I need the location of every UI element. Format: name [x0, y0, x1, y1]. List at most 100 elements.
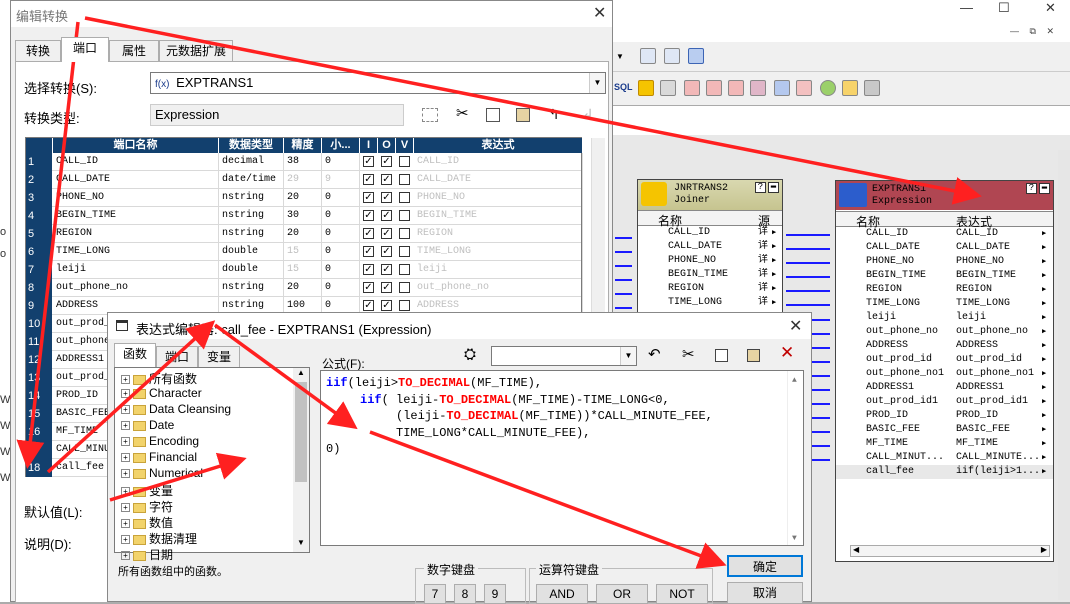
key-9-button[interactable]: 9 — [484, 584, 506, 604]
scale-cell[interactable]: 9 — [322, 171, 360, 189]
output-checkbox[interactable]: ✓ — [381, 228, 392, 239]
ok-button[interactable]: 确定 — [727, 555, 803, 577]
port-name-cell[interactable]: TIME_LONG — [53, 243, 219, 261]
scale-cell[interactable]: 0 — [322, 207, 360, 225]
column-header-datatype[interactable]: 数据类型 — [219, 138, 284, 153]
row-number[interactable]: 11 — [26, 333, 52, 351]
expand-icon[interactable]: + — [121, 405, 130, 415]
undo-icon[interactable]: ↶ — [648, 345, 661, 363]
row-number[interactable]: 1 — [26, 153, 52, 171]
expand-icon[interactable]: + — [121, 487, 130, 497]
input-checkbox[interactable]: ✓ — [363, 228, 374, 239]
port-name-cell[interactable]: out_phone_no — [53, 279, 219, 297]
expand-icon[interactable]: + — [121, 551, 130, 561]
not-button[interactable]: NOT — [656, 584, 708, 604]
and-button[interactable]: AND — [536, 584, 588, 604]
find-icon[interactable]: ⛭ — [464, 346, 476, 363]
copy-icon[interactable] — [715, 349, 728, 362]
output-checkbox[interactable]: ✓ — [381, 192, 392, 203]
row-number[interactable]: 18 — [26, 459, 52, 477]
tab-properties[interactable]: 属性 — [109, 40, 159, 62]
row-number[interactable]: 10 — [26, 315, 52, 333]
precision-cell[interactable]: 20 — [284, 279, 322, 297]
expand-icon[interactable]: + — [121, 469, 130, 479]
input-checkbox[interactable]: ✓ — [363, 192, 374, 203]
column-header-input[interactable]: I — [360, 138, 378, 153]
input-checkbox[interactable]: ✓ — [363, 300, 374, 311]
tree-item[interactable]: + 日期 — [121, 546, 173, 562]
row-number[interactable]: 4 — [26, 207, 52, 225]
close-button[interactable]: ✕ — [593, 3, 606, 23]
tree-item[interactable]: + Data Cleansing — [121, 402, 231, 418]
delete-icon[interactable]: ✕ — [780, 343, 794, 363]
precision-cell[interactable]: 20 — [284, 225, 322, 243]
tree-item[interactable]: + 字符 — [121, 498, 173, 514]
row-number[interactable]: 2 — [26, 171, 52, 189]
cut-icon[interactable]: ✂ — [456, 104, 469, 122]
precision-cell[interactable]: 30 — [284, 207, 322, 225]
key-7-button[interactable]: 7 — [424, 584, 446, 604]
tree-item[interactable]: + Date — [121, 418, 174, 434]
tree-item[interactable]: + 所有函数 — [121, 370, 197, 386]
row-number[interactable]: 9 — [26, 297, 52, 315]
port-name-cell[interactable]: CALL_DATE — [53, 171, 219, 189]
column-header-precision[interactable]: 精度 — [284, 138, 322, 153]
row-number[interactable]: 17 — [26, 441, 52, 459]
select-transformation-combo[interactable]: f(x) EXPTRANS1 ▼ — [150, 72, 606, 94]
or-button[interactable]: OR — [596, 584, 648, 604]
datatype-cell[interactable]: double — [219, 261, 284, 279]
tab-ports[interactable]: 端口 — [61, 37, 109, 62]
scale-cell[interactable]: 0 — [322, 153, 360, 171]
precision-cell[interactable]: 38 — [284, 153, 322, 171]
port-name-cell[interactable]: REGION — [53, 225, 219, 243]
table-row[interactable]: 2 CALL_DATE date/time 29 9 ✓ ✓ CALL_DATE — [26, 171, 583, 189]
table-row[interactable]: 8 out_phone_no nstring 20 0 ✓ ✓ out_phone_no — [26, 279, 583, 297]
new-port-icon[interactable] — [422, 108, 438, 122]
tree-item[interactable]: + Character — [121, 386, 202, 402]
expression-cell[interactable]: out_phone_no — [414, 279, 583, 297]
scale-cell[interactable]: 0 — [322, 261, 360, 279]
tree-item[interactable]: + 数据清理 — [121, 530, 197, 546]
port-name-cell[interactable]: PHONE_NO — [53, 189, 219, 207]
datatype-cell[interactable]: decimal — [219, 153, 284, 171]
expression-cell[interactable]: PHONE_NO — [414, 189, 583, 207]
scroll-down-icon[interactable]: ▼ — [297, 538, 305, 547]
expression-cell[interactable]: TIME_LONG — [414, 243, 583, 261]
tab-functions[interactable]: 函数 — [114, 343, 156, 367]
tab-ports[interactable]: 端口 — [156, 346, 198, 368]
column-header-output[interactable]: O — [378, 138, 396, 153]
input-checkbox[interactable]: ✓ — [363, 282, 374, 293]
row-number[interactable]: 3 — [26, 189, 52, 207]
column-header-expression[interactable]: 表达式 — [414, 138, 583, 153]
expression-cell[interactable]: leiji — [414, 261, 583, 279]
port-name-cell[interactable]: leiji — [53, 261, 219, 279]
copy-icon[interactable] — [486, 108, 500, 122]
scale-cell[interactable]: 0 — [322, 279, 360, 297]
tree-item[interactable]: + Numerical — [121, 466, 203, 482]
tree-item[interactable]: + 数值 — [121, 514, 173, 530]
variable-checkbox[interactable] — [399, 228, 410, 239]
cut-icon[interactable]: ✂ — [682, 345, 695, 363]
input-checkbox[interactable]: ✓ — [363, 174, 374, 185]
row-number[interactable]: 15 — [26, 405, 52, 423]
column-header-scale[interactable]: 小... — [322, 138, 360, 153]
expression-cell[interactable]: BEGIN_TIME — [414, 207, 583, 225]
precision-cell[interactable]: 15 — [284, 261, 322, 279]
scroll-down-icon[interactable]: ▼ — [792, 531, 797, 548]
row-number[interactable]: 8 — [26, 279, 52, 297]
expand-icon[interactable]: + — [121, 519, 130, 529]
tab-transformation[interactable]: 转换 — [15, 40, 61, 62]
expand-icon[interactable]: + — [121, 421, 130, 431]
output-checkbox[interactable]: ✓ — [381, 300, 392, 311]
table-row[interactable]: 6 TIME_LONG double 15 0 ✓ ✓ TIME_LONG — [26, 243, 583, 261]
row-number[interactable]: 16 — [26, 423, 52, 441]
row-number[interactable]: 12 — [26, 351, 52, 369]
output-checkbox[interactable]: ✓ — [381, 156, 392, 167]
move-down-icon[interactable]: ↲ — [582, 106, 594, 123]
row-number[interactable]: 5 — [26, 225, 52, 243]
input-checkbox[interactable]: ✓ — [363, 246, 374, 257]
port-name-cell[interactable]: CALL_ID — [53, 153, 219, 171]
table-row[interactable]: 3 PHONE_NO nstring 20 0 ✓ ✓ PHONE_NO — [26, 189, 583, 207]
input-checkbox[interactable]: ✓ — [363, 264, 374, 275]
expand-icon[interactable]: + — [121, 535, 130, 545]
